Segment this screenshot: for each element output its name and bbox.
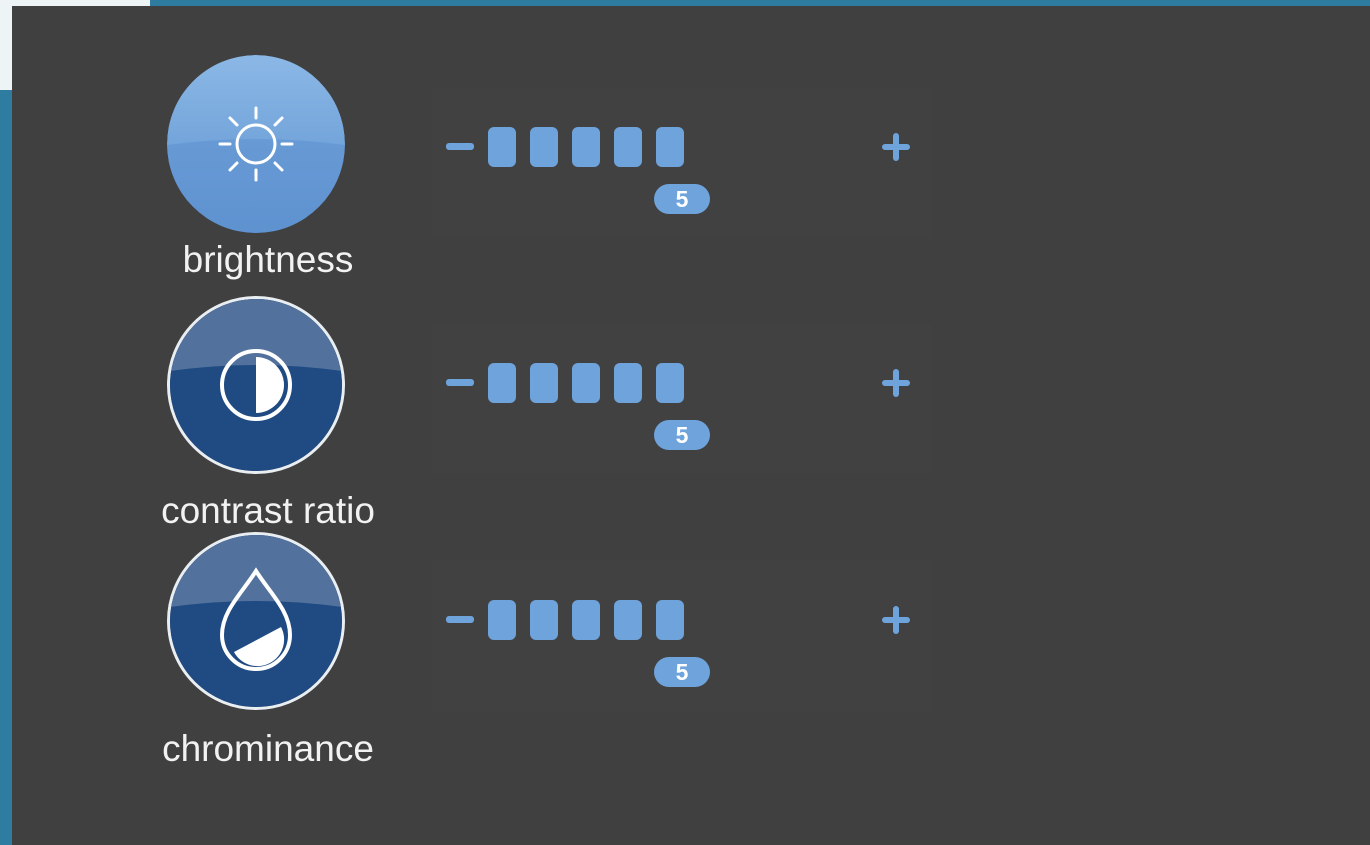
contrast-icon [170, 299, 342, 471]
level-segment [614, 600, 642, 640]
level-segment [572, 600, 600, 640]
value-badge: 5 [654, 420, 710, 450]
increase-button[interactable] [882, 606, 910, 634]
contrast-stepper[interactable]: 5 [432, 324, 932, 474]
level-segment [656, 363, 684, 403]
increase-button[interactable] [882, 369, 910, 397]
level-segment [530, 127, 558, 167]
level-segment [488, 363, 516, 403]
chrominance-stepper[interactable]: 5 [432, 561, 932, 711]
level-segment [530, 363, 558, 403]
decrease-button[interactable] [446, 379, 474, 386]
level-segment [656, 600, 684, 640]
level-segment [614, 363, 642, 403]
sun-icon [167, 55, 345, 233]
increase-button[interactable] [882, 133, 910, 161]
level-segment [488, 600, 516, 640]
brightness-stepper[interactable]: 5 [432, 88, 932, 238]
contrast-button[interactable] [167, 296, 345, 474]
level-segment [530, 600, 558, 640]
value-badge: 5 [654, 184, 710, 214]
setting-label: contrast ratio [161, 490, 375, 531]
level-segment [614, 127, 642, 167]
value-badge: 5 [654, 657, 710, 687]
level-segment [656, 127, 684, 167]
decrease-button[interactable] [446, 143, 474, 150]
level-segment [572, 363, 600, 403]
brightness-button[interactable] [167, 55, 345, 233]
setting-label: chrominance [162, 728, 374, 769]
chrominance-button[interactable] [167, 532, 345, 710]
setting-label: brightness [182, 239, 354, 280]
decrease-button[interactable] [446, 616, 474, 623]
level-segment [572, 127, 600, 167]
picture-settings-panel: brightness 5 contrast ratio 5 chrominanc… [12, 6, 1370, 845]
droplet-icon [170, 535, 342, 707]
level-segment [488, 127, 516, 167]
